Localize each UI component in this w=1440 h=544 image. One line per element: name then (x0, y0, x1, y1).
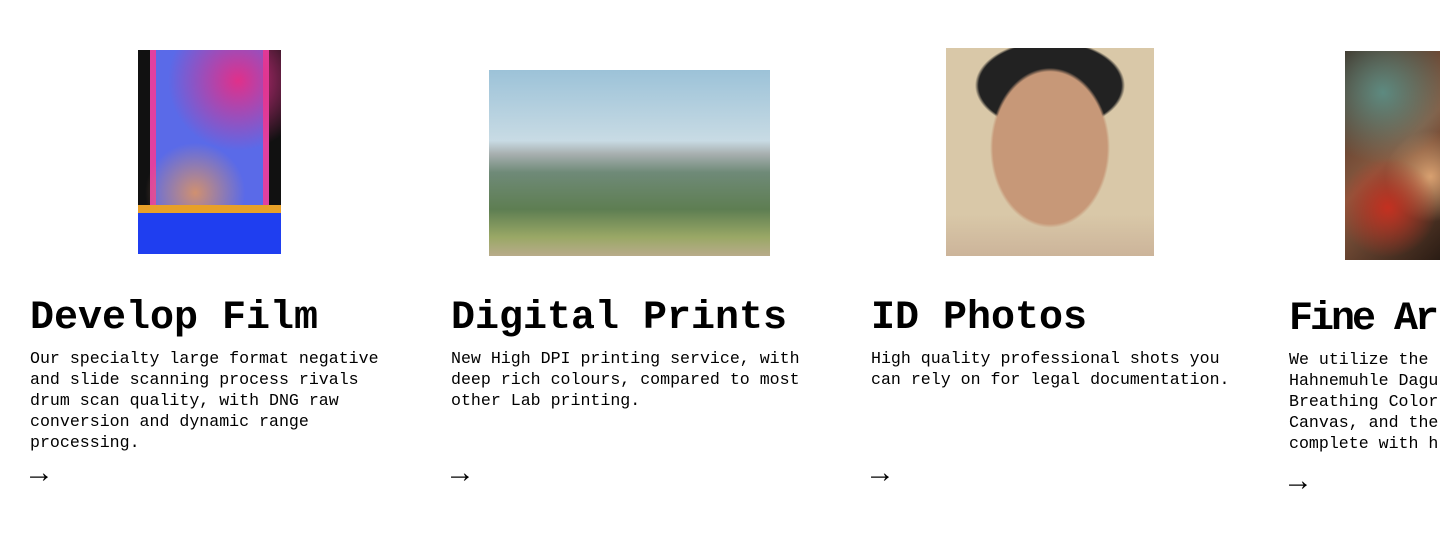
card-description: We utilize the Hahnemuhle Dagu Breathing… (1289, 350, 1439, 453)
arrow-right-icon[interactable]: → (1289, 468, 1307, 498)
service-card-id-photos: ID Photos High quality professional shot… (871, 0, 1231, 544)
portrait-image[interactable] (946, 48, 1154, 256)
service-card-develop-film: Develop Film Our specialty large format … (30, 0, 390, 544)
card-title: Digital Prints (451, 296, 788, 341)
card-description: High quality professional shots you can … (871, 349, 1230, 389)
service-card-digital-prints: Digital Prints New High DPI printing ser… (451, 0, 811, 544)
flower-market-image[interactable] (1345, 51, 1440, 260)
arrow-right-icon[interactable]: → (451, 460, 469, 490)
card-description: Our specialty large format negative and … (30, 349, 379, 452)
card-description: New High DPI printing service, with deep… (451, 349, 800, 410)
arrow-right-icon[interactable]: → (30, 460, 48, 490)
landscape-image[interactable] (489, 70, 770, 256)
service-card-fine-art: Fine Ar We utilize the Hahnemuhle Dagu B… (1289, 0, 1440, 544)
card-title: Fine Ar (1289, 297, 1439, 342)
film-strip-image[interactable] (138, 50, 281, 254)
card-title: Develop Film (30, 296, 319, 341)
arrow-right-icon[interactable]: → (871, 460, 889, 490)
card-title: ID Photos (871, 296, 1088, 341)
